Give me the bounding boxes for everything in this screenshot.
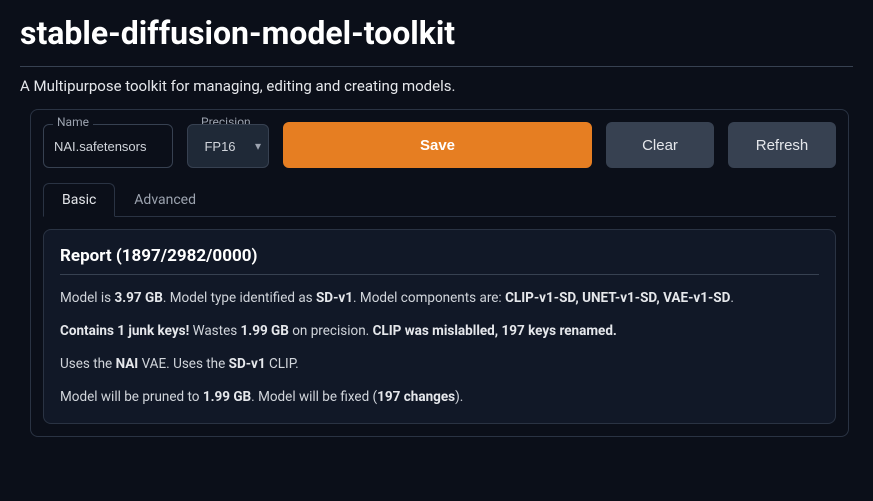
report-card: Report (1897/2982/0000) Model is 3.97 GB…: [43, 229, 836, 424]
report-line-model: Model is 3.97 GB. Model type identified …: [60, 289, 819, 308]
tab-basic[interactable]: Basic: [43, 183, 115, 217]
tab-advanced[interactable]: Advanced: [115, 183, 215, 217]
controls-row: Name Precision FP16 ▾ Save Clear Refresh: [43, 122, 836, 168]
report-line-prune: Model will be pruned to 1.99 GB. Model w…: [60, 388, 819, 407]
precision-field-wrap: Precision FP16 ▾: [187, 124, 269, 168]
refresh-button[interactable]: Refresh: [728, 122, 836, 168]
precision-select-wrap: FP16 ▾: [187, 124, 269, 168]
report-title: Report (1897/2982/0000): [60, 246, 819, 275]
clear-button[interactable]: Clear: [606, 122, 714, 168]
page-subtitle: A Multipurpose toolkit for managing, edi…: [20, 77, 853, 95]
name-label: Name: [53, 115, 93, 129]
precision-select[interactable]: FP16: [187, 124, 269, 168]
page-title: stable-diffusion-model-toolkit: [20, 0, 853, 66]
report-line-junk: Contains 1 junk keys! Wastes 1.99 GB on …: [60, 322, 819, 341]
report-line-sources: Uses the NAI VAE. Uses the SD-v1 CLIP.: [60, 355, 819, 374]
tabs: Basic Advanced: [43, 182, 836, 217]
name-field-wrap: Name: [43, 124, 173, 168]
divider: [20, 66, 853, 67]
name-input[interactable]: [43, 124, 173, 168]
main-panel: Name Precision FP16 ▾ Save Clear Refresh…: [30, 109, 849, 437]
save-button[interactable]: Save: [283, 122, 592, 168]
